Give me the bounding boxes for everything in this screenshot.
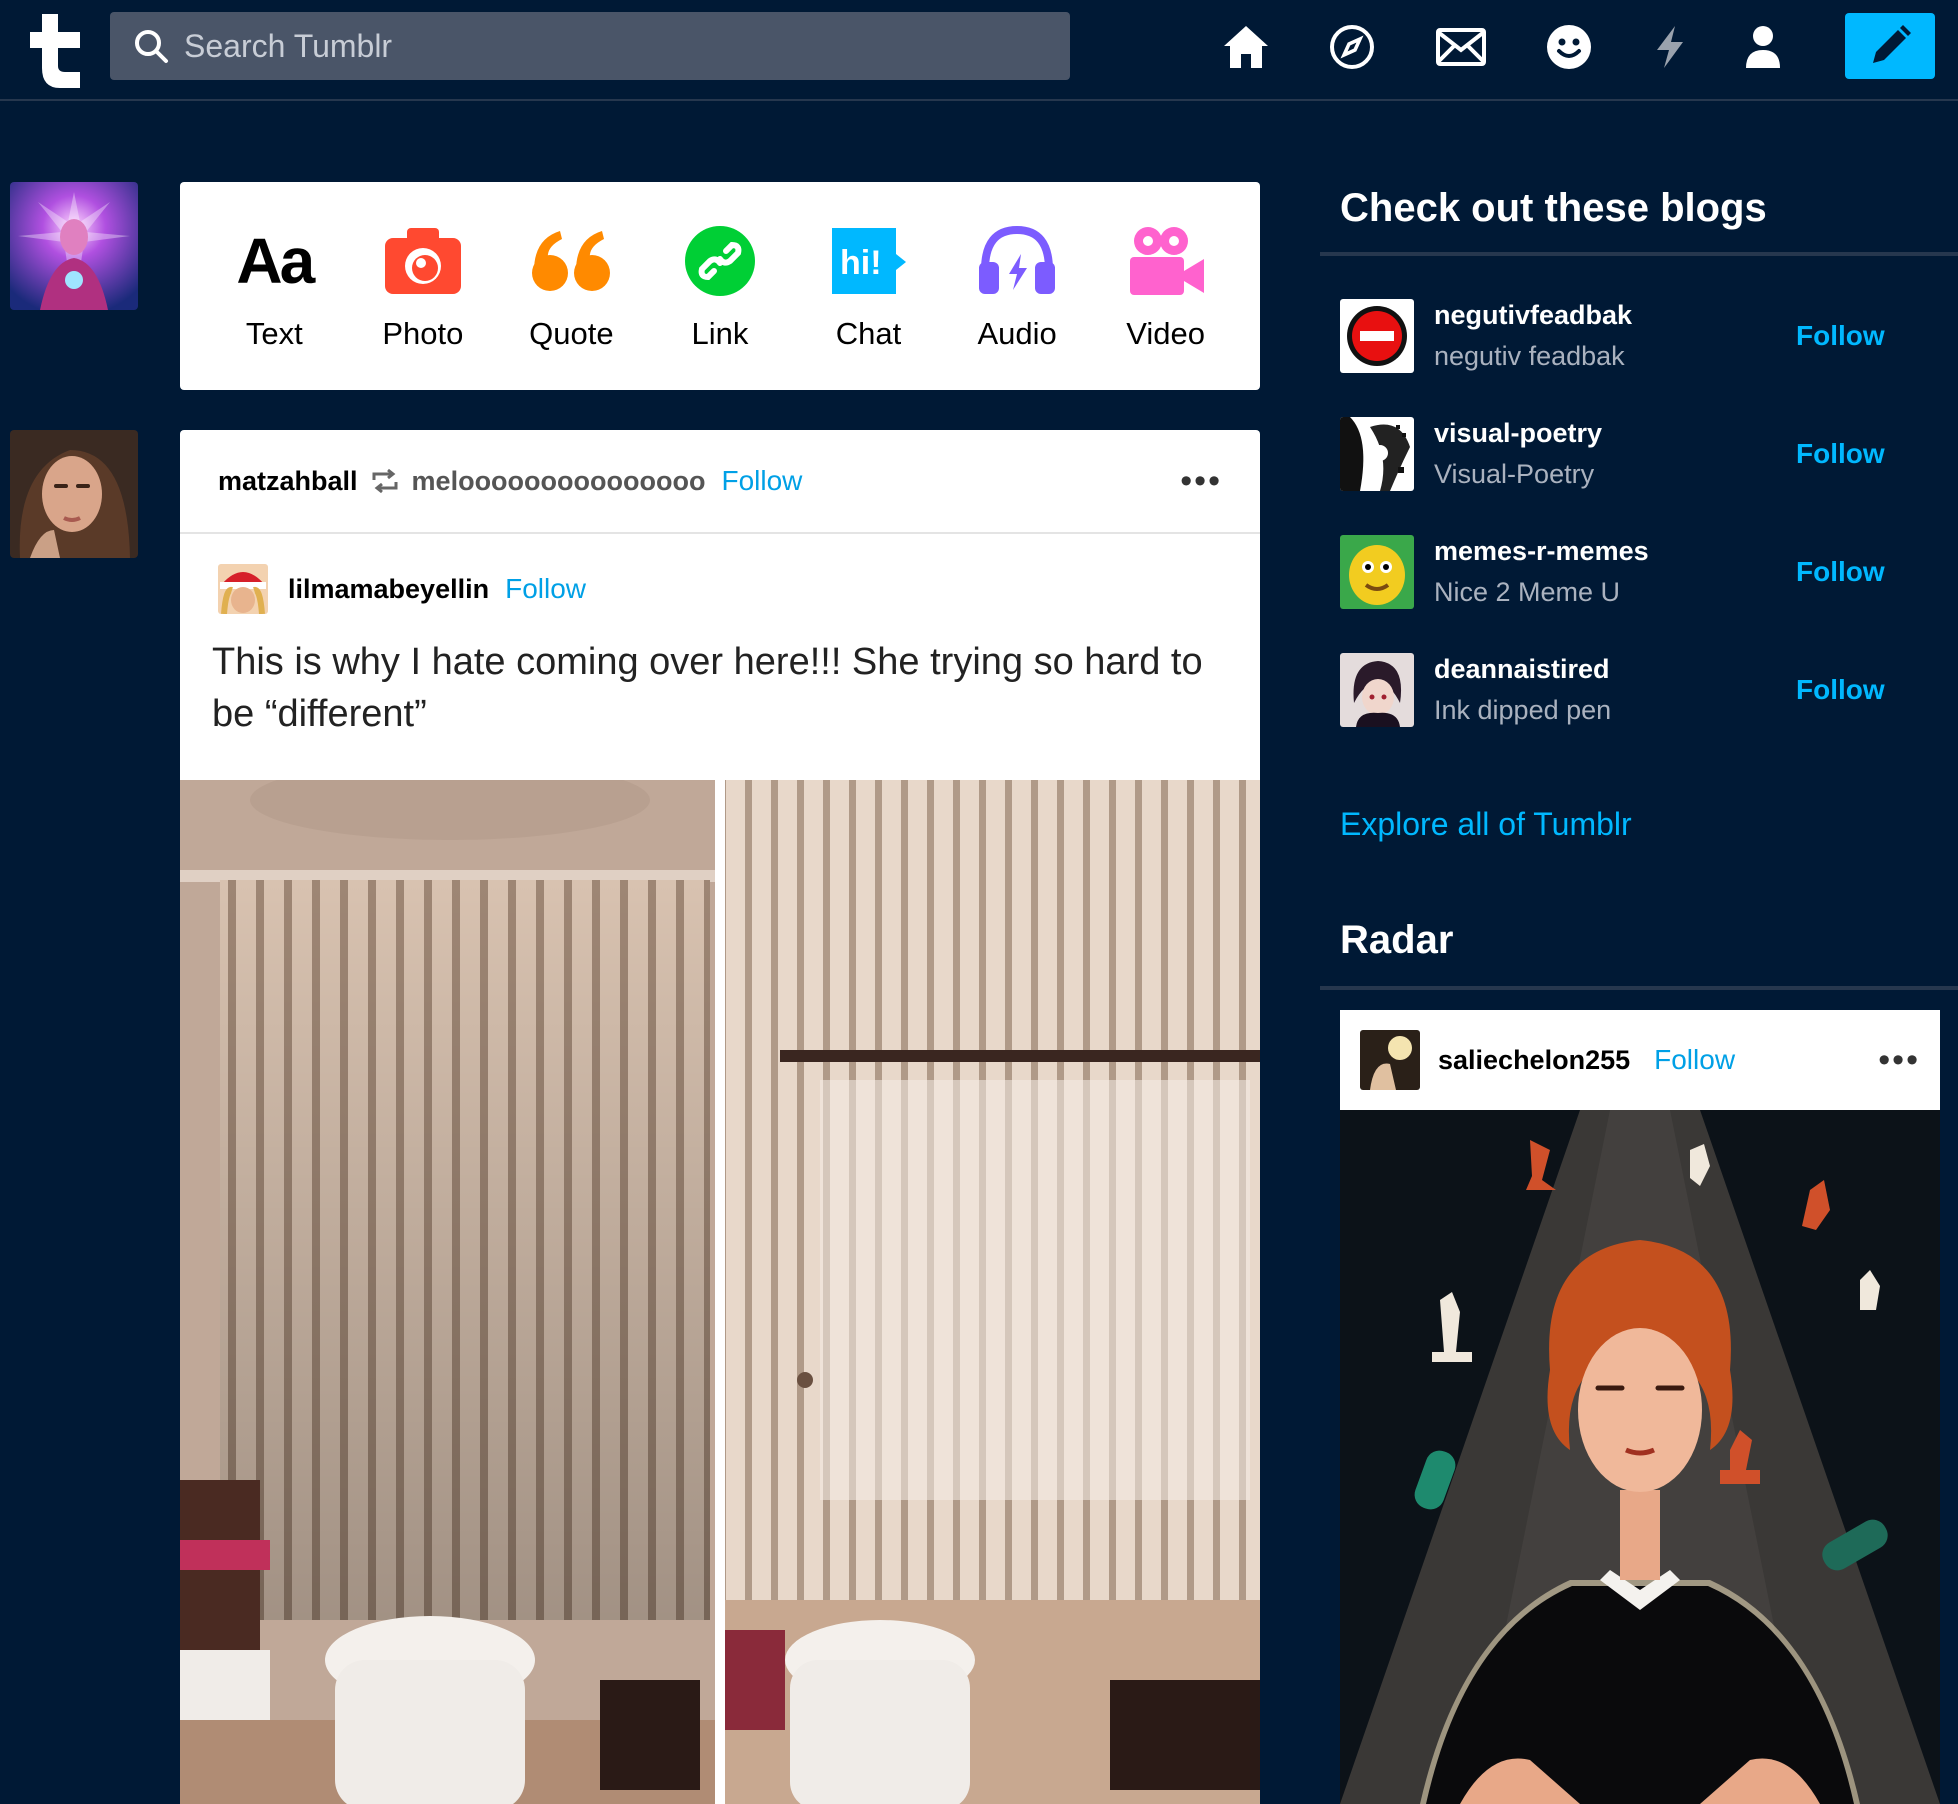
- post-author-name[interactable]: matzahball: [218, 466, 358, 497]
- recommended-blog[interactable]: visual-poetry Visual-Poetry Follow: [1340, 414, 1900, 494]
- new-audio-post-button[interactable]: Audio: [947, 222, 1087, 352]
- dashboard-post: matzahball melooooooooooooooo Follow •••…: [180, 430, 1260, 1804]
- radar-author-avatar[interactable]: [1360, 1030, 1420, 1090]
- explore-all-link[interactable]: Explore all of Tumblr: [1340, 806, 1632, 843]
- home-button[interactable]: [1217, 18, 1275, 76]
- source-author-name[interactable]: lilmamabeyellin: [288, 574, 489, 605]
- radar-post: saliechelon255 Follow •••: [1340, 1010, 1940, 1804]
- blog-avatar: [1340, 299, 1414, 373]
- current-blog-avatar[interactable]: [10, 182, 138, 310]
- post-type-label: Chat: [835, 316, 902, 351]
- new-quote-post-button[interactable]: Quote: [501, 222, 641, 352]
- top-navigation-bar: [0, 0, 1958, 101]
- recommended-blog[interactable]: deannaistired Ink dipped pen Follow: [1340, 650, 1900, 730]
- account-button[interactable]: [1734, 18, 1792, 76]
- lightning-icon: [1657, 26, 1683, 68]
- santa-hat-avatar-image: [218, 564, 268, 614]
- post-body-text: This is why I hate coming over here!!! S…: [212, 641, 1203, 735]
- no-entry-icon: [1340, 299, 1414, 373]
- reblog-icon: [372, 468, 398, 494]
- blog-name: negutivfeadbak: [1434, 300, 1633, 330]
- compose-button[interactable]: [1845, 13, 1935, 79]
- new-link-post-button[interactable]: Link: [650, 222, 790, 352]
- post-type-label: Link: [691, 316, 749, 351]
- inbox-button[interactable]: [1432, 18, 1490, 76]
- blog-name: deannaistired: [1434, 654, 1610, 684]
- svg-text:hi!: hi!: [840, 244, 882, 282]
- divider: [1320, 252, 1958, 256]
- home-icon: [1224, 26, 1268, 68]
- new-chat-post-button[interactable]: hi! Chat: [799, 222, 939, 352]
- radar-author-name[interactable]: saliechelon255: [1438, 1045, 1630, 1076]
- post-menu-button[interactable]: •••: [1180, 462, 1222, 501]
- smiley-chat-icon: [1547, 25, 1591, 69]
- radar-follow-button[interactable]: Follow: [1654, 1044, 1735, 1076]
- post-author-avatar[interactable]: [10, 430, 138, 558]
- blog-follow-button[interactable]: Follow: [1796, 556, 1885, 588]
- blog-description: Nice 2 Meme U: [1434, 577, 1621, 607]
- anime-character-image: [1340, 653, 1414, 727]
- post-type-label: Quote: [529, 316, 614, 351]
- source-avatar[interactable]: [218, 564, 268, 614]
- post-type-label: Photo: [382, 316, 464, 351]
- blog-avatar: [1340, 653, 1414, 727]
- compass-icon: [1330, 25, 1374, 69]
- blogs-heading: Check out these blogs: [1340, 186, 1767, 230]
- ink-portrait-image: [1340, 417, 1414, 491]
- blog-follow-button[interactable]: Follow: [1796, 438, 1885, 470]
- blog-name: visual-poetry: [1434, 418, 1603, 448]
- blog-description: Ink dipped pen: [1434, 695, 1612, 725]
- explore-button[interactable]: [1323, 18, 1381, 76]
- recommended-blog[interactable]: memes-r-memes Nice 2 Meme U Follow: [1340, 532, 1900, 612]
- messaging-button[interactable]: [1540, 18, 1598, 76]
- blog-avatar: [1340, 417, 1414, 491]
- new-photo-post-button[interactable]: Photo: [353, 222, 493, 352]
- yellow-character-image: [1340, 535, 1414, 609]
- recommended-blog[interactable]: negutivfeadbak negutiv feadbak Follow: [1340, 296, 1900, 376]
- camera-icon: [384, 228, 461, 294]
- blog-name: memes-r-memes: [1434, 536, 1649, 566]
- follow-button[interactable]: Follow: [721, 465, 802, 497]
- sunset-hand-image: [1360, 1030, 1420, 1090]
- headphones-icon: [979, 226, 1056, 294]
- blog-description: negutiv feadbak: [1434, 341, 1625, 371]
- woman-portrait-image: [10, 430, 138, 558]
- tumblr-logo-icon[interactable]: [22, 8, 92, 88]
- quote-icon: [532, 231, 611, 291]
- video-camera-icon: [1129, 227, 1204, 295]
- post-type-label: Audio: [977, 316, 1057, 351]
- queen-chess-illustration[interactable]: [1340, 1110, 1940, 1804]
- cosmic-figure-image: [10, 182, 138, 310]
- radar-heading: Radar: [1340, 918, 1454, 962]
- blog-follow-button[interactable]: Follow: [1796, 674, 1885, 706]
- activity-button[interactable]: [1641, 18, 1699, 76]
- post-photo-bathroom-blinds[interactable]: [180, 780, 1260, 1804]
- blog-avatar: [1340, 535, 1414, 609]
- source-follow-button[interactable]: Follow: [505, 573, 586, 605]
- radar-menu-button[interactable]: •••: [1878, 1041, 1920, 1080]
- mail-icon: [1436, 28, 1486, 66]
- new-text-post-button[interactable]: Aa Text: [204, 222, 344, 352]
- person-icon: [1746, 26, 1780, 68]
- chat-icon: hi!: [831, 228, 906, 294]
- divider: [1320, 986, 1958, 990]
- text-icon: Aa: [236, 225, 315, 297]
- blog-follow-button[interactable]: Follow: [1796, 320, 1885, 352]
- blog-description: Visual-Poetry: [1434, 459, 1595, 489]
- post-header: matzahball melooooooooooooooo Follow •••: [180, 430, 1260, 534]
- post-type-label: Text: [245, 316, 303, 351]
- reblogged-from-name[interactable]: melooooooooooooooo: [412, 466, 706, 497]
- search-input[interactable]: [184, 27, 1044, 65]
- new-video-post-button[interactable]: Video: [1096, 222, 1236, 352]
- reblog-source: lilmamabeyellin Follow: [180, 534, 1260, 614]
- search-icon: [135, 30, 168, 63]
- post-type-label: Video: [1126, 316, 1206, 351]
- link-icon: [684, 226, 755, 296]
- pencil-icon: [1873, 25, 1911, 63]
- post-type-bar: Aa Text Photo Quote Link hi! Chat Audio …: [180, 182, 1260, 390]
- radar-post-header: saliechelon255 Follow •••: [1340, 1010, 1940, 1110]
- search-bar[interactable]: [110, 12, 1070, 80]
